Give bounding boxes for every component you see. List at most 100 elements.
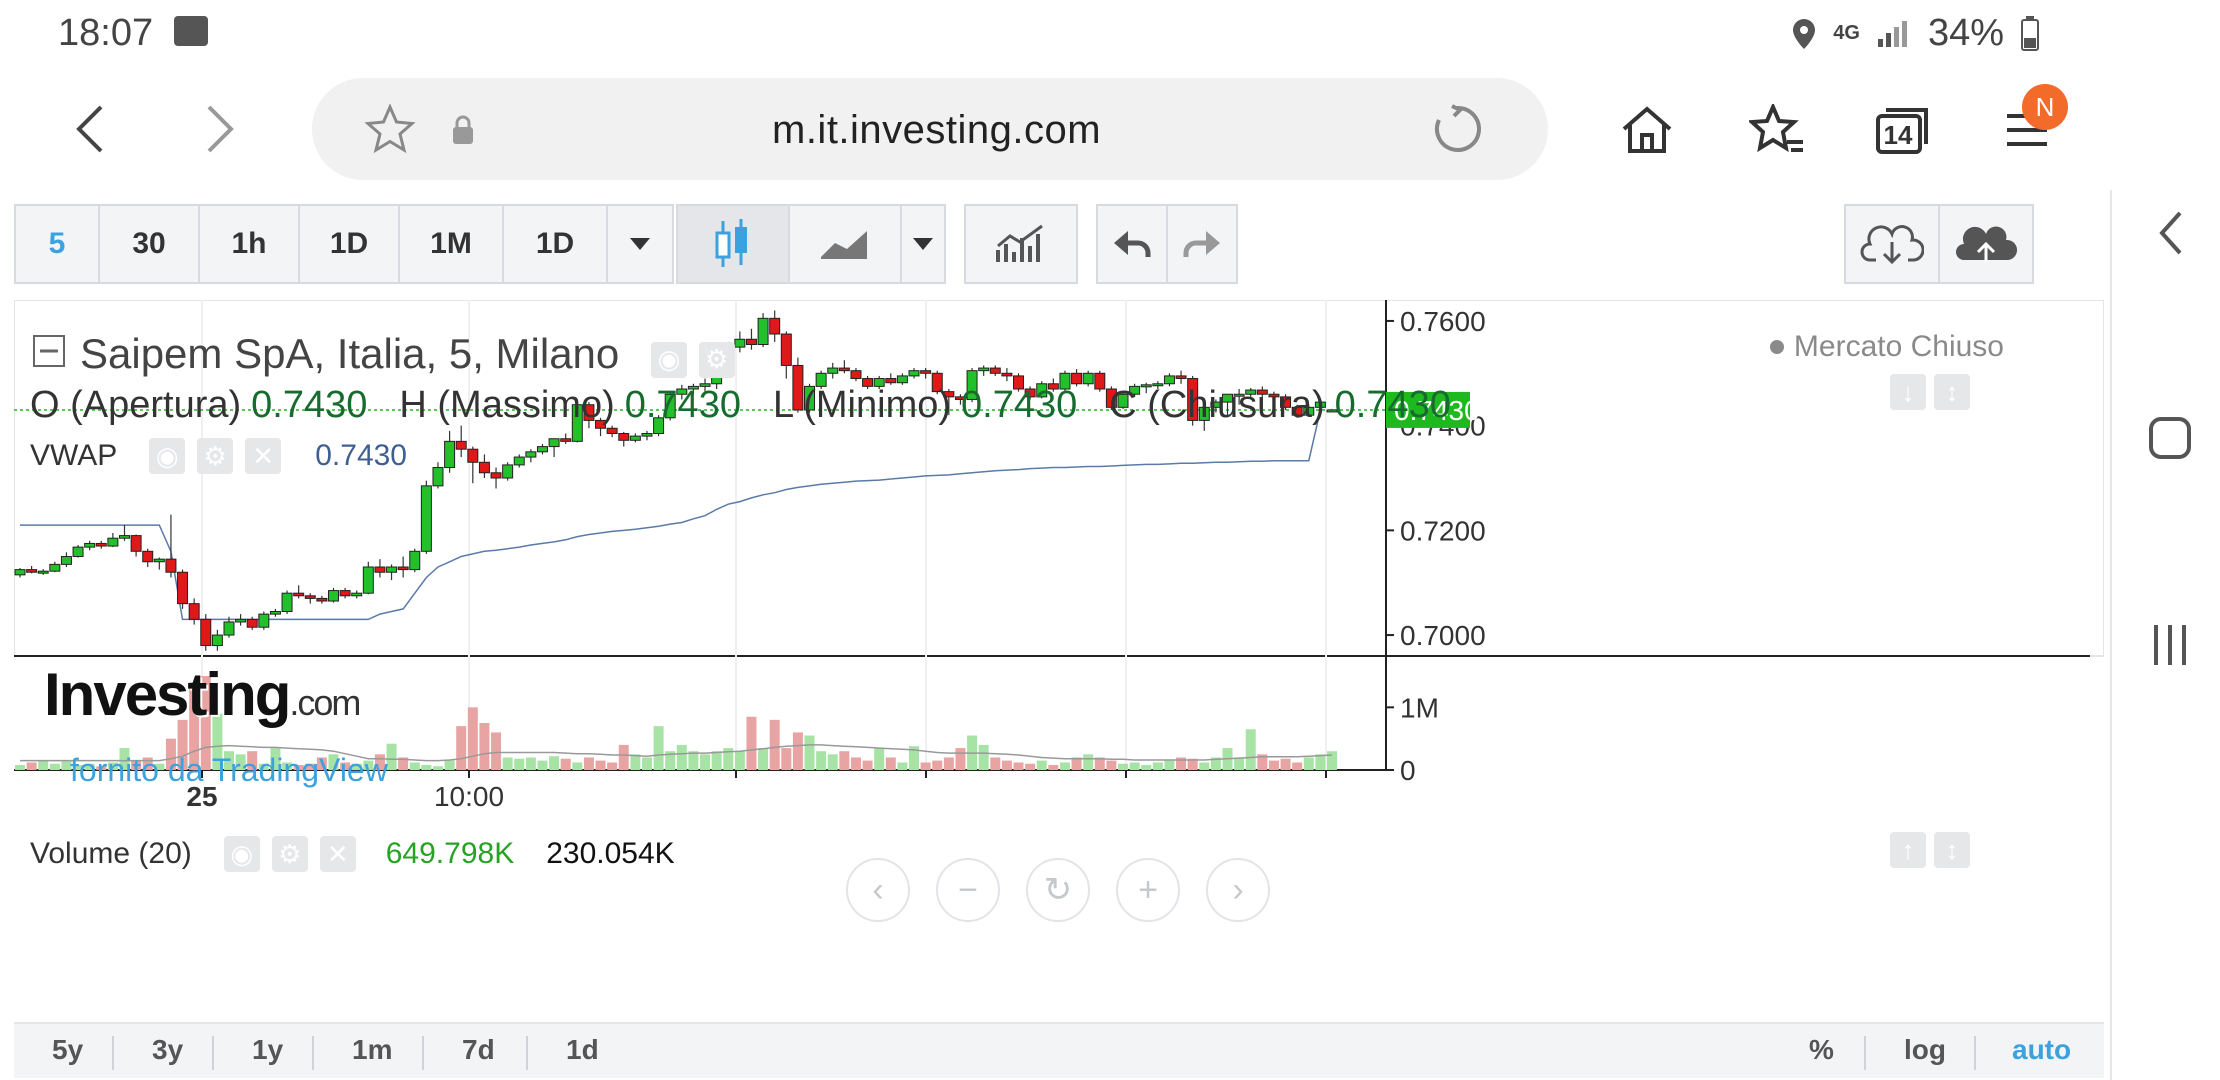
volume-bar [1315, 754, 1326, 770]
watermark-provider[interactable]: fornito da TradingView [70, 752, 388, 789]
range-1d[interactable]: 1d [566, 1034, 599, 1066]
volume-pane-controls: ↑ ↕ [1890, 832, 1970, 868]
interval-5[interactable]: 5 [16, 206, 100, 282]
range-5y[interactable]: 5y [52, 1034, 83, 1066]
undo-button[interactable] [1098, 206, 1168, 282]
indicators-button[interactable] [966, 206, 1076, 282]
percent-toggle[interactable]: % [1809, 1034, 1834, 1066]
range-separator [312, 1036, 314, 1070]
candle-body [142, 550, 154, 563]
pane-down-icon[interactable]: ↓ [1890, 374, 1926, 410]
cloud-upload-button[interactable] [1940, 206, 2032, 282]
candle-body [548, 438, 560, 448]
scroll-right-button[interactable]: › [1206, 858, 1270, 922]
candle-body [351, 592, 363, 597]
bookmark-star-icon [1749, 104, 1803, 153]
volume-bar [456, 726, 467, 770]
candle-body [502, 464, 514, 479]
volume-bar [792, 732, 803, 770]
volume-close-icon[interactable]: ✕ [319, 836, 356, 872]
vwap-settings-icon[interactable]: ⚙ [197, 438, 234, 474]
battery-icon [2021, 15, 2039, 51]
range-3y[interactable]: 3y [152, 1034, 183, 1066]
candle-body [304, 595, 316, 599]
volume-bar [514, 758, 525, 770]
tabs-button[interactable]: 14 [1870, 98, 1934, 162]
volume-bar [850, 757, 861, 770]
cloud-download-button[interactable] [1846, 206, 1940, 282]
volume-tick-label: 0 [1400, 755, 1416, 786]
vwap-value: 0.7430 [315, 439, 407, 472]
candle-body [444, 440, 456, 469]
candle-body [467, 448, 479, 463]
candle-body [536, 446, 548, 453]
volume-bar [990, 757, 1001, 770]
chevron-down-icon [630, 238, 650, 250]
candle-body [920, 370, 932, 374]
interval-30[interactable]: 30 [100, 206, 200, 282]
range-1m[interactable]: 1m [352, 1034, 392, 1066]
settings-icon[interactable]: ⚙ [698, 341, 735, 378]
dropdown-icon [913, 238, 933, 250]
chart-area[interactable]: 0.76000.74000.72000.70001M02510:000.7430… [14, 300, 2104, 1080]
interval-1m[interactable]: 1M [400, 206, 504, 282]
pane-maximize-icon[interactable]: ↕ [1934, 374, 1970, 410]
interval-1d-2[interactable]: 1D [504, 206, 608, 282]
home-button[interactable] [1615, 98, 1679, 162]
location-icon [1793, 18, 1816, 49]
range-1y[interactable]: 1y [252, 1034, 283, 1066]
visibility-icon[interactable]: ◉ [650, 341, 687, 378]
scroll-left-button[interactable]: ‹ [846, 858, 910, 922]
candle-body [281, 592, 293, 613]
star-icon[interactable] [364, 104, 416, 154]
interval-1h[interactable]: 1h [200, 206, 300, 282]
address-bar[interactable]: m.it.investing.com [312, 78, 1548, 180]
forward-button[interactable] [190, 94, 250, 164]
candlestick-button[interactable] [678, 206, 790, 282]
zoom-out-button[interactable]: − [936, 858, 1000, 922]
zoom-in-button[interactable]: + [1116, 858, 1180, 922]
volume-tick-label: 1M [1400, 692, 1439, 723]
home-square-icon[interactable] [2148, 416, 2192, 460]
volume-pane-maximize-icon[interactable]: ↕ [1934, 832, 1970, 868]
interval-dropdown[interactable] [608, 206, 672, 282]
interval-1d[interactable]: 1D [300, 206, 400, 282]
side-back-icon[interactable] [2158, 210, 2184, 256]
url-text[interactable]: m.it.investing.com [772, 108, 1101, 153]
pane-controls: ↓ ↕ [1890, 374, 1970, 410]
volume-pane-up-icon[interactable]: ↑ [1890, 832, 1926, 868]
vwap-visibility-icon[interactable]: ◉ [149, 438, 186, 474]
line-chart-button[interactable] [790, 206, 902, 282]
volume-bar [1048, 764, 1059, 770]
volume-bar [537, 760, 548, 770]
volume-bar [1025, 763, 1036, 770]
candle-body [362, 566, 374, 594]
back-button[interactable] [60, 94, 120, 164]
collapse-legend-icon[interactable] [32, 334, 66, 368]
log-toggle[interactable]: log [1904, 1034, 1946, 1066]
volume-visibility-icon[interactable]: ◉ [223, 836, 260, 872]
bookmarks-button[interactable] [1745, 98, 1809, 162]
redo-button[interactable] [1168, 206, 1236, 282]
candle-body [235, 618, 247, 623]
auto-toggle[interactable]: auto [2012, 1034, 2071, 1066]
candle-body [525, 451, 537, 458]
reload-icon[interactable] [1430, 102, 1484, 156]
candle-body [618, 433, 630, 441]
range-7d[interactable]: 7d [462, 1034, 495, 1066]
recents-icon[interactable] [2150, 622, 2190, 668]
volume-settings-icon[interactable]: ⚙ [271, 836, 308, 872]
range-separator [422, 1036, 424, 1070]
candle-body [838, 367, 850, 372]
volume-bar [607, 762, 618, 770]
cloud-group [1844, 204, 2034, 284]
volume-bar [1164, 760, 1175, 770]
open-label: O (Apertura) [30, 384, 242, 426]
reset-button[interactable]: ↻ [1026, 858, 1090, 922]
chart-style-dropdown[interactable] [902, 206, 944, 282]
candle-body [978, 367, 990, 372]
vwap-close-icon[interactable]: ✕ [245, 438, 282, 474]
volume-bar [432, 766, 443, 770]
redo-icon [1183, 231, 1220, 257]
volume-bar [700, 754, 711, 770]
